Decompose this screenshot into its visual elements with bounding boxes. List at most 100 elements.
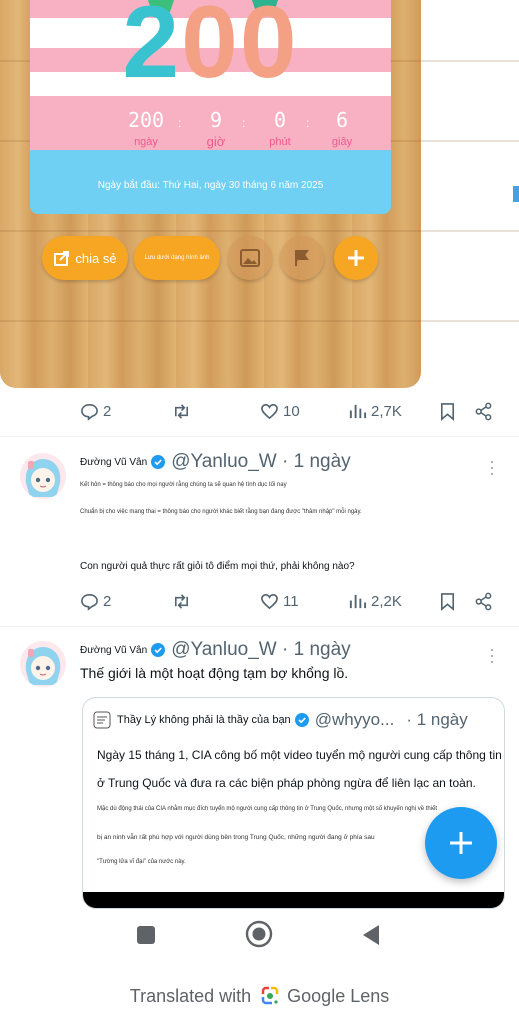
tweet-header: Đường Vũ Vân @Yanluo_W · 1 ngày [80,639,351,661]
share-label: chia sẻ [75,250,117,266]
like-icon [261,594,278,610]
divider [0,626,519,627]
quoted-tweet[interactable]: Thầy Lý không phải là thầy của bạn @whyy… [82,697,505,909]
tweet-header: Đường Vũ Vân @Yanluo_W · 1 ngày [80,451,351,473]
separator: : [242,116,246,130]
quote-text-line: "Tường lửa vĩ đại" của nước này. [97,859,186,865]
start-date: Ngày bắt đầu: Thứ Hai, ngày 30 tháng 6 n… [97,180,324,191]
google-lens-banner: Translated with Google Lens [0,978,519,1014]
save-image-label: Lưu dưới dạng hình ảnh [144,255,210,261]
reply-count: 2 [103,593,112,610]
display-name[interactable]: Đường Vũ Vân [80,645,147,656]
bookmark-icon [440,403,455,421]
bookmark-icon [440,593,455,611]
lens-prefix: Translated with [129,985,252,1006]
share-button[interactable] [474,592,493,611]
bookmark-button[interactable] [438,402,457,421]
unit-minutes: phút [269,136,291,148]
tweet-text-line: Kết hôn = thông báo cho mọi người rằng c… [80,482,287,488]
image-button[interactable] [228,236,272,280]
more-icon[interactable]: · · · [487,640,497,670]
quote-avatar [93,711,111,729]
like-count: 10 [283,403,300,420]
plus-icon [348,250,364,266]
home-button[interactable] [245,920,273,948]
avatar[interactable] [20,453,66,499]
reply-button[interactable]: 2 [80,592,111,611]
save-image-button[interactable]: Lưu dưới dạng hình ảnh [134,236,220,280]
verified-icon [294,713,309,727]
retweet-button[interactable] [172,402,191,421]
reply-icon [81,404,98,421]
display-name[interactable]: Đường Vũ Vân [80,457,147,468]
handle-and-time[interactable]: @Yanluo_W · 1 ngày [171,451,350,473]
big-day-count: 200 [30,0,391,93]
wood-plank-line [0,320,519,322]
recents-button[interactable] [136,925,156,945]
compose-icon [450,832,472,854]
verified-icon [151,455,166,469]
unit-days: ngày [134,136,158,148]
tweet-media-card[interactable]: 200 200 9 0 6 : : : ngày giờ phút giây N… [0,0,519,388]
reply-button[interactable]: 2 [80,402,111,421]
like-button[interactable]: 11 [260,592,299,611]
share-button[interactable] [474,402,493,421]
quote-text-line: Ngày 15 tháng 1, CIA công bố một video t… [97,748,502,762]
share-poster-button[interactable]: chia sẻ [42,236,128,280]
reply-count: 2 [103,403,112,420]
share-icon [475,402,492,421]
quote-media-preview [83,892,504,908]
count-minutes: 0 [273,108,287,132]
retweet-button[interactable] [172,592,191,611]
avatar-image [20,453,66,499]
avatar[interactable] [20,641,66,687]
google-lens-icon [261,986,279,1005]
views-icon [349,594,367,609]
unit-hours: giờ [206,134,226,149]
views-icon [349,404,367,419]
unit-seconds: giây [331,136,353,148]
views-button[interactable]: 2,2K [348,592,402,611]
count-days: 200 [127,108,165,132]
views-count: 2,2K [371,593,402,610]
tweet-actions: 2 11 2,2K [80,592,500,616]
separator: : [306,116,310,130]
tweet-text-line: Chuẩn bị cho việc mang thai = thông báo … [80,509,362,515]
anniversary-poster: 200 200 9 0 6 : : : ngày giờ phút giây N… [30,0,391,214]
back-button[interactable] [361,924,381,946]
quote-header: Thầy Lý không phải là thầy của bạn @whyy… [93,710,468,730]
tweet-text: Thế giới là một hoạt động tạm bợ khổng l… [80,665,349,681]
quote-text-line: bị an ninh vẫn rất phù hợp với người dùn… [97,834,375,841]
like-icon [261,404,278,420]
retweet-icon [174,594,189,609]
tweet-actions: 2 10 2,7K [80,402,500,426]
count-seconds: 6 [335,108,349,132]
compose-button[interactable] [425,807,497,879]
handle-and-time[interactable]: @Yanluo_W · 1 ngày [171,639,350,661]
flag-button[interactable] [280,236,324,280]
like-button[interactable]: 10 [260,402,300,421]
tweet-text-line: Con người quả thực rất giỏi tô điểm mọi … [80,561,355,572]
separator: : [178,116,182,130]
count-hours: 9 [209,108,223,132]
quote-text-line: ở Trung Quốc và đưa ra các biện pháp phò… [97,776,476,790]
quote-handle: @whyyo... [314,710,395,729]
more-icon[interactable]: · · · [487,452,497,482]
reply-icon [81,594,98,611]
big-day-count-text: 200 [122,0,298,99]
add-button[interactable] [334,236,378,280]
lens-brand: Google Lens [287,985,390,1006]
views-button[interactable]: 2,7K [348,402,402,421]
share-icon [475,592,492,611]
wood-plank-line [0,230,519,232]
retweet-icon [174,404,189,419]
verified-icon [151,643,166,657]
bookmark-button[interactable] [438,592,457,611]
share-arrow-icon [54,251,70,266]
image-icon [240,249,260,267]
side-scroll-tab[interactable] [513,186,519,202]
like-count: 11 [283,593,299,610]
quote-display-name: Thầy Lý không phải là thầy của bạn [117,714,291,726]
flag-icon [295,250,309,266]
quote-text-line: Mặc dù động thái của CIA nhằm mục đích t… [97,806,438,812]
